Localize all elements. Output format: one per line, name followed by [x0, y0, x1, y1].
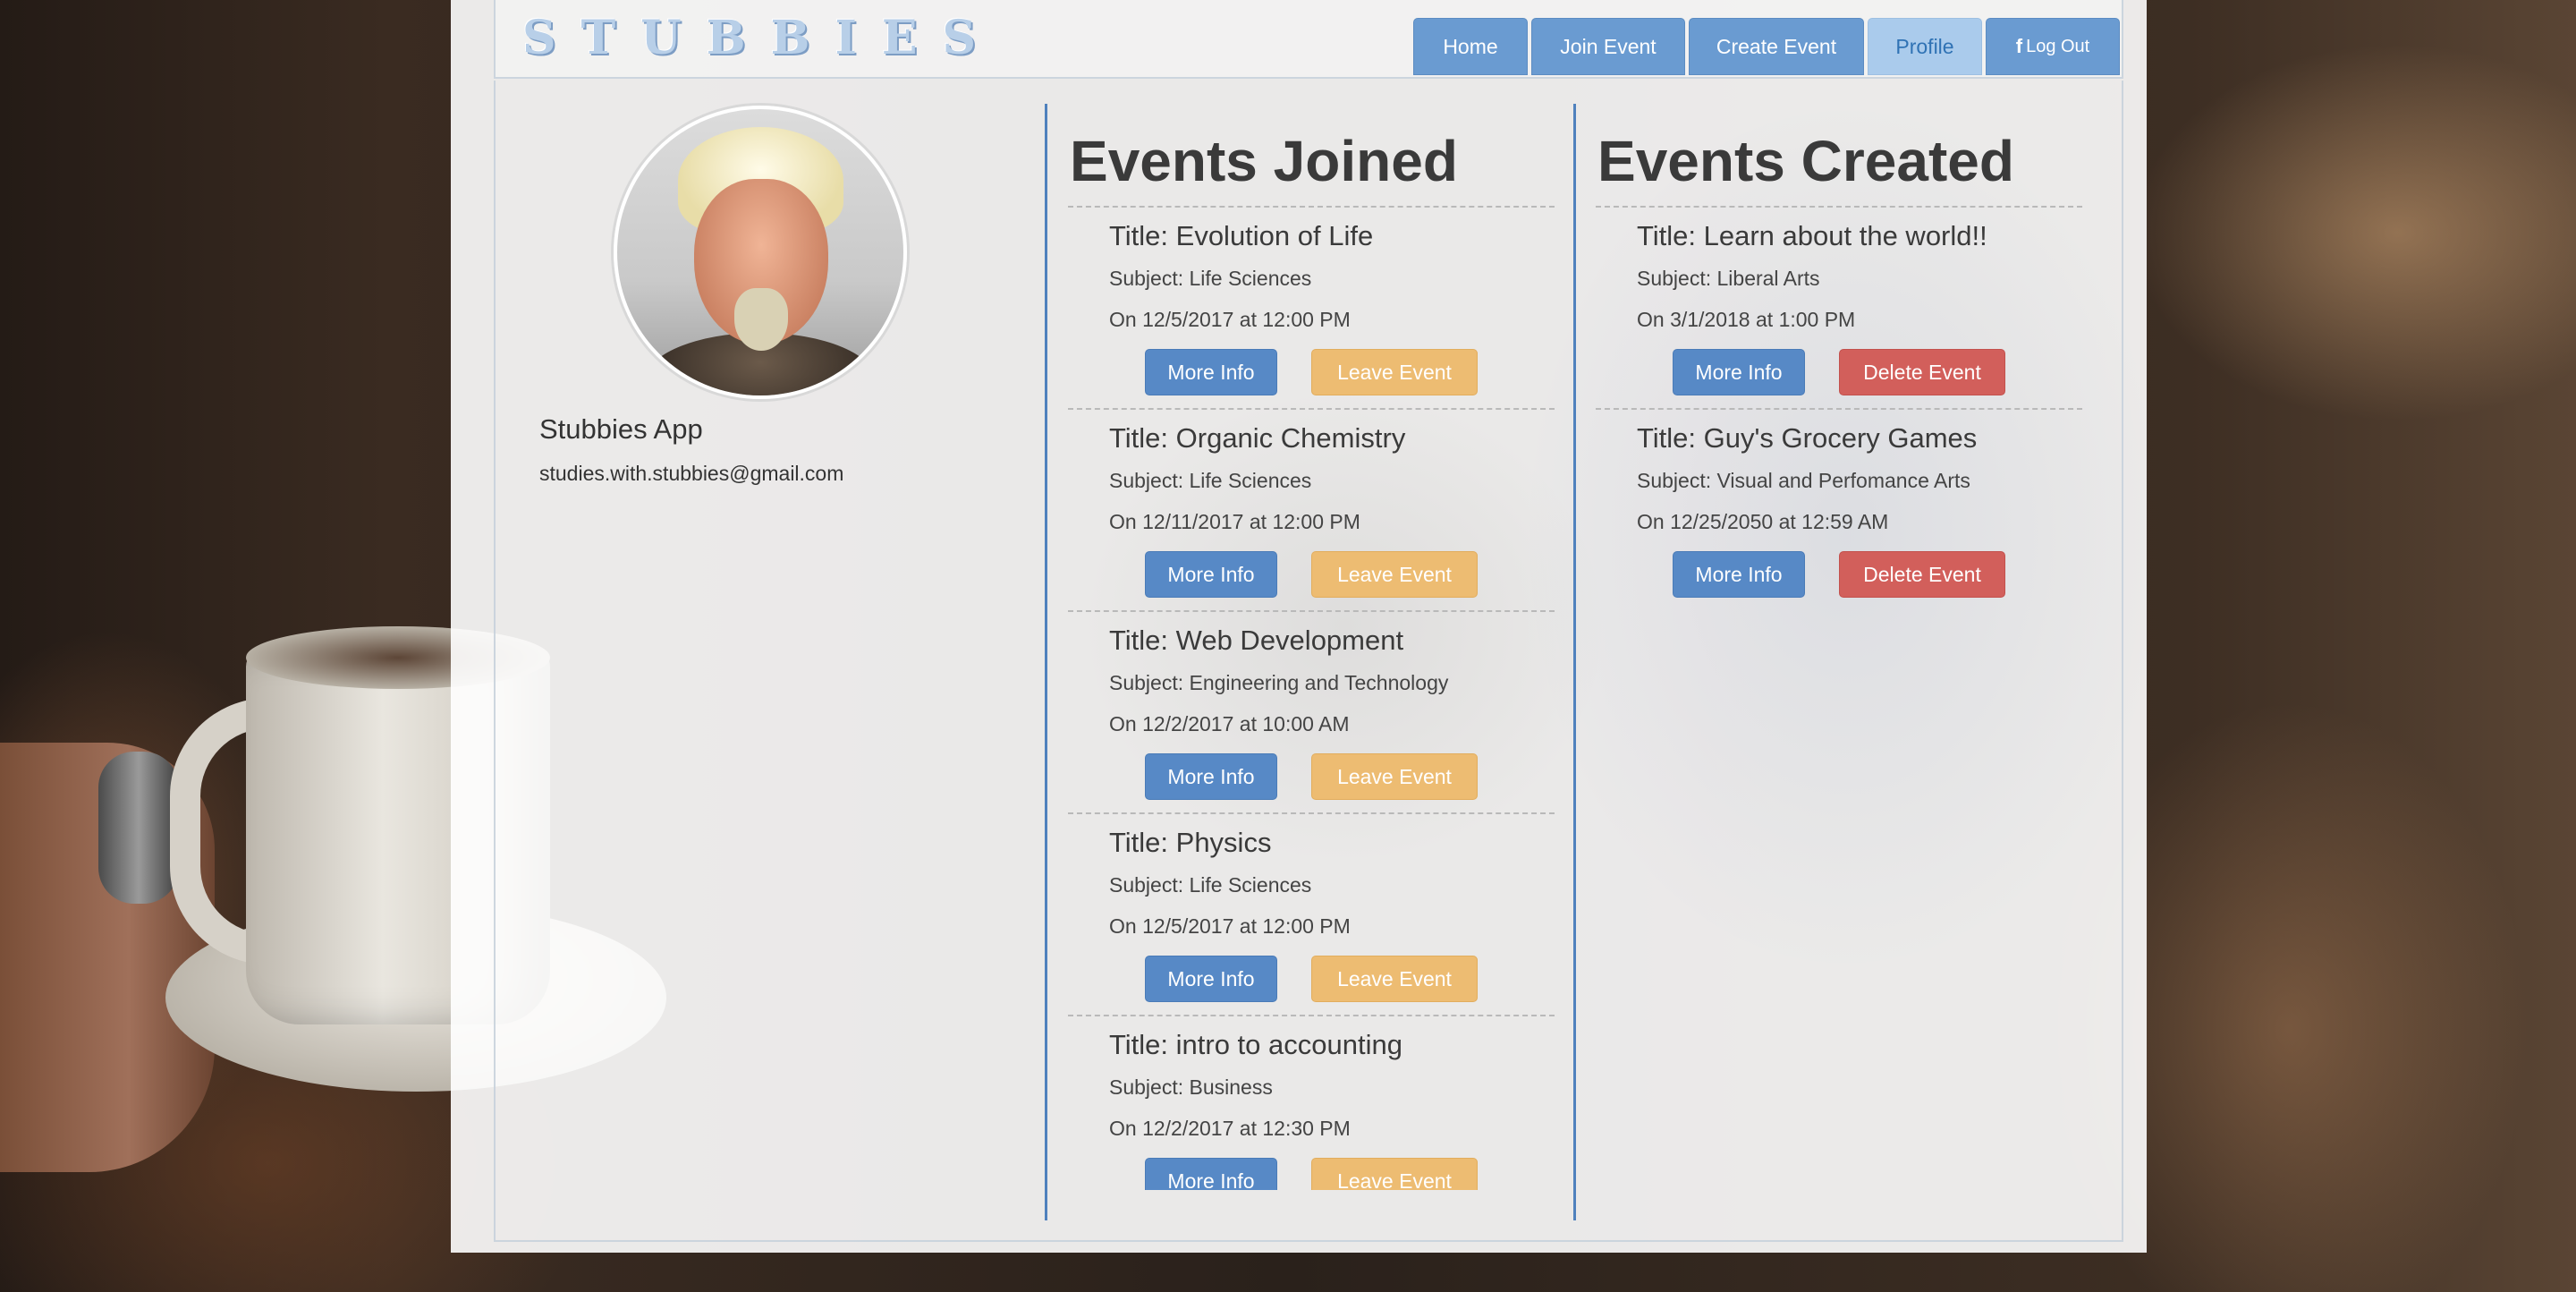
events-joined-heading: Events Joined [1070, 129, 1458, 193]
event-subject: Subject: Engineering and Technology [1109, 671, 1449, 694]
events-created-heading: Events Created [1597, 129, 2014, 193]
more-info-button[interactable]: More Info [1145, 349, 1277, 395]
list-item: Title: Learn about the world!! Subject: … [1596, 206, 2082, 408]
event-date: On 12/2/2017 at 12:30 PM [1109, 1117, 1351, 1140]
more-info-button[interactable]: More Info [1145, 551, 1277, 598]
event-subject: Subject: Liberal Arts [1637, 267, 1820, 290]
more-info-button[interactable]: More Info [1145, 753, 1277, 800]
event-date: On 12/11/2017 at 12:00 PM [1109, 510, 1360, 533]
nav-join-event-button[interactable]: Join Event [1531, 18, 1685, 75]
leave-event-button[interactable]: Leave Event [1311, 753, 1478, 800]
event-subject: Subject: Life Sciences [1109, 267, 1312, 290]
event-subject: Subject: Business [1109, 1075, 1273, 1099]
event-title: Title: Evolution of Life [1109, 220, 1374, 251]
list-item: Title: Evolution of Life Subject: Life S… [1068, 206, 1555, 408]
event-date: On 12/5/2017 at 12:00 PM [1109, 914, 1351, 938]
brand-logo[interactable]: STUBBIES [522, 11, 1001, 65]
logout-label: Log Out [2026, 36, 2090, 56]
event-date: On 12/2/2017 at 10:00 AM [1109, 712, 1350, 735]
list-item: Title: intro to accounting Subject: Busi… [1068, 1015, 1555, 1190]
event-subject: Subject: Visual and Perfomance Arts [1637, 469, 1970, 492]
event-subject: Subject: Life Sciences [1109, 873, 1312, 897]
delete-event-button[interactable]: Delete Event [1839, 349, 2005, 395]
list-item: Title: Web Development Subject: Engineer… [1068, 610, 1555, 812]
list-item: Title: Physics Subject: Life Sciences On… [1068, 812, 1555, 1015]
list-item: Title: Guy's Grocery Games Subject: Visu… [1596, 408, 2082, 610]
event-date: On 12/25/2050 at 12:59 AM [1637, 510, 1889, 533]
page-container: STUBBIES Home Join Event Create Event Pr… [451, 0, 2147, 1253]
event-title: Title: Web Development [1109, 625, 1404, 656]
nav-logout-button[interactable]: f Log Out [1986, 18, 2120, 75]
event-subject: Subject: Life Sciences [1109, 469, 1312, 492]
facebook-icon: f [2015, 35, 2023, 57]
column-divider [1045, 104, 1047, 1220]
more-info-button[interactable]: More Info [1145, 956, 1277, 1002]
background-watch [98, 752, 179, 904]
profile-name: Stubbies App [539, 413, 703, 445]
main-panel: Stubbies App studies.with.stubbies@gmail… [494, 81, 2123, 1242]
event-date: On 12/5/2017 at 12:00 PM [1109, 308, 1351, 331]
more-info-button[interactable]: More Info [1673, 551, 1805, 598]
events-joined-column: Events Joined Title: Evolution of Life S… [1068, 123, 1555, 1190]
nav-buttons: Home Join Event Create Event Profile f L… [1413, 18, 2120, 75]
column-divider [1573, 104, 1576, 1220]
nav-profile-button[interactable]: Profile [1868, 18, 1982, 75]
event-title: Title: Organic Chemistry [1109, 422, 1406, 454]
more-info-button[interactable]: More Info [1145, 1158, 1277, 1190]
navbar: STUBBIES Home Join Event Create Event Pr… [494, 0, 2123, 79]
events-created-list[interactable]: Title: Learn about the world!! Subject: … [1596, 206, 2082, 1190]
events-joined-list[interactable]: Title: Evolution of Life Subject: Life S… [1068, 206, 1555, 1190]
events-created-column: Events Created Title: Learn about the wo… [1596, 123, 2082, 598]
nav-create-event-button[interactable]: Create Event [1689, 18, 1864, 75]
event-title: Title: intro to accounting [1109, 1029, 1402, 1060]
avatar [614, 106, 907, 399]
list-item: Title: Organic Chemistry Subject: Life S… [1068, 408, 1555, 610]
leave-event-button[interactable]: Leave Event [1311, 1158, 1478, 1190]
profile-email: studies.with.stubbies@gmail.com [539, 462, 844, 485]
event-title: Title: Guy's Grocery Games [1637, 422, 1978, 454]
event-title: Title: Learn about the world!! [1637, 220, 1987, 251]
nav-home-button[interactable]: Home [1413, 18, 1528, 75]
event-title: Title: Physics [1109, 827, 1272, 858]
leave-event-button[interactable]: Leave Event [1311, 956, 1478, 1002]
more-info-button[interactable]: More Info [1673, 349, 1805, 395]
event-date: On 3/1/2018 at 1:00 PM [1637, 308, 1856, 331]
leave-event-button[interactable]: Leave Event [1311, 551, 1478, 598]
leave-event-button[interactable]: Leave Event [1311, 349, 1478, 395]
delete-event-button[interactable]: Delete Event [1839, 551, 2005, 598]
